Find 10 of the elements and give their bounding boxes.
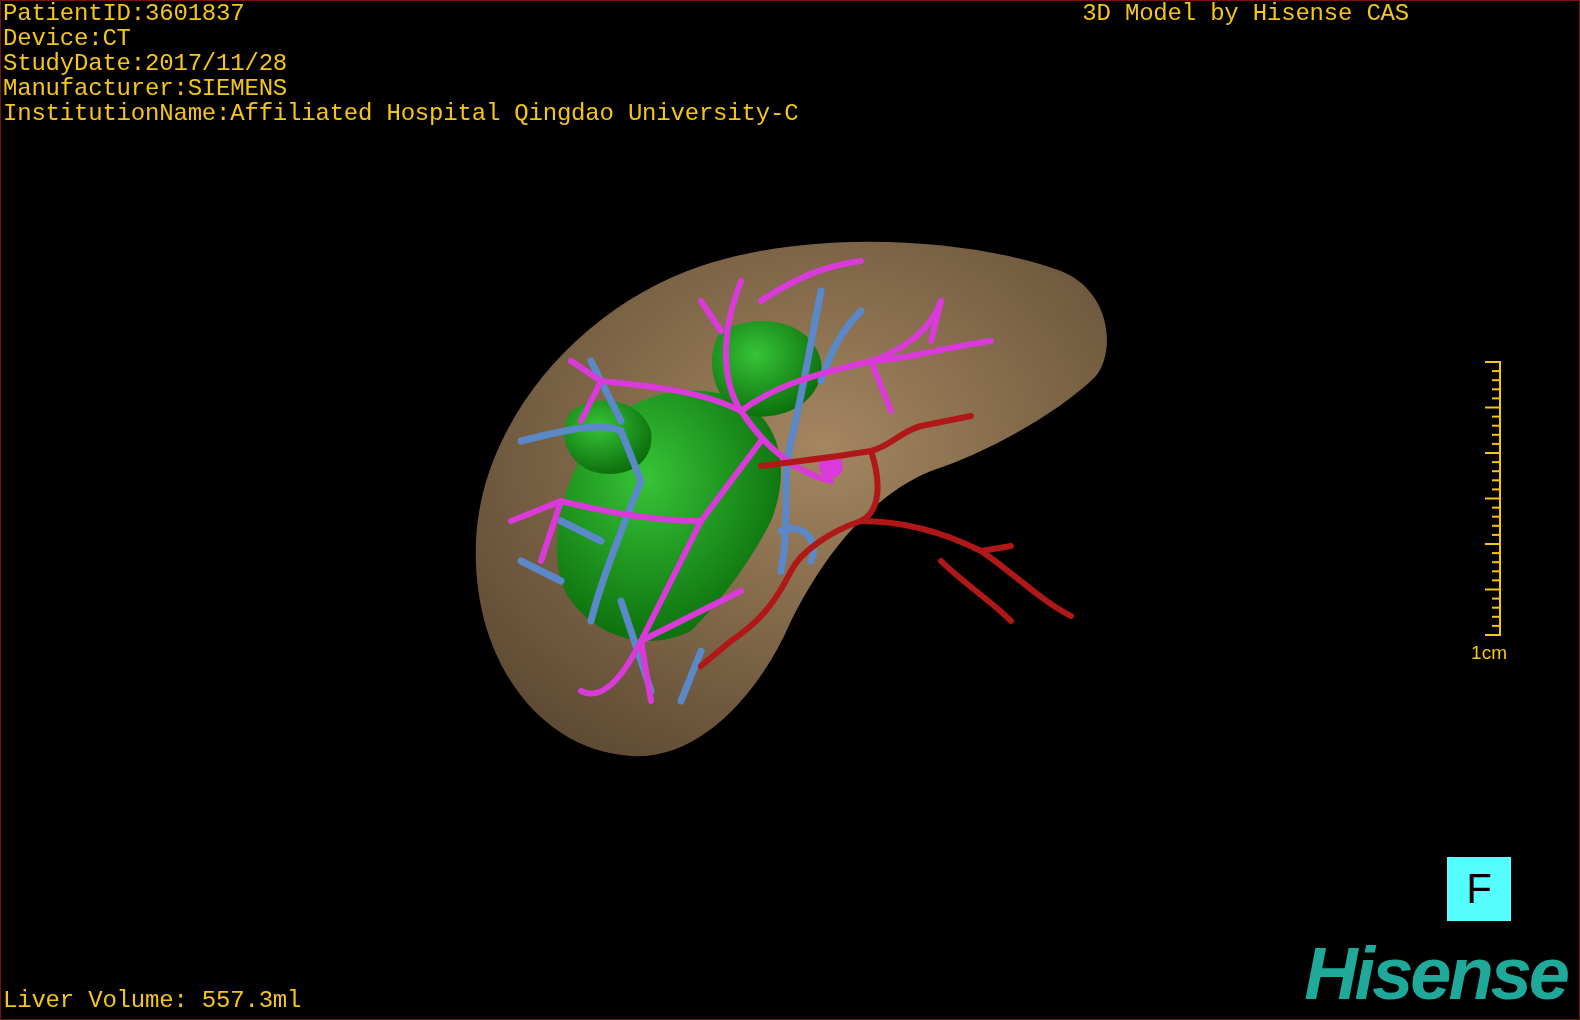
liver-volume-text: Liver Volume: 557.3ml (2, 988, 302, 1016)
orientation-button[interactable]: F (1447, 857, 1511, 921)
patient-info-text: StudyDate:2017/11/28 (3, 51, 289, 76)
patient-info-text: Manufacturer:SIEMENS (3, 76, 289, 101)
logo: Hisense (1304, 939, 1569, 1009)
scale-label: 1cm (1471, 641, 1507, 664)
patient-info-text: InstitutionName:Affiliated Hospital Qingdao University-C (3, 101, 799, 126)
patient-info-text: Device:CT (3, 26, 132, 51)
viewer-title: 3D Model by Hisense CAS (1082, 1, 1409, 26)
patient-info-text: PatientID:3601837 (3, 1, 246, 26)
